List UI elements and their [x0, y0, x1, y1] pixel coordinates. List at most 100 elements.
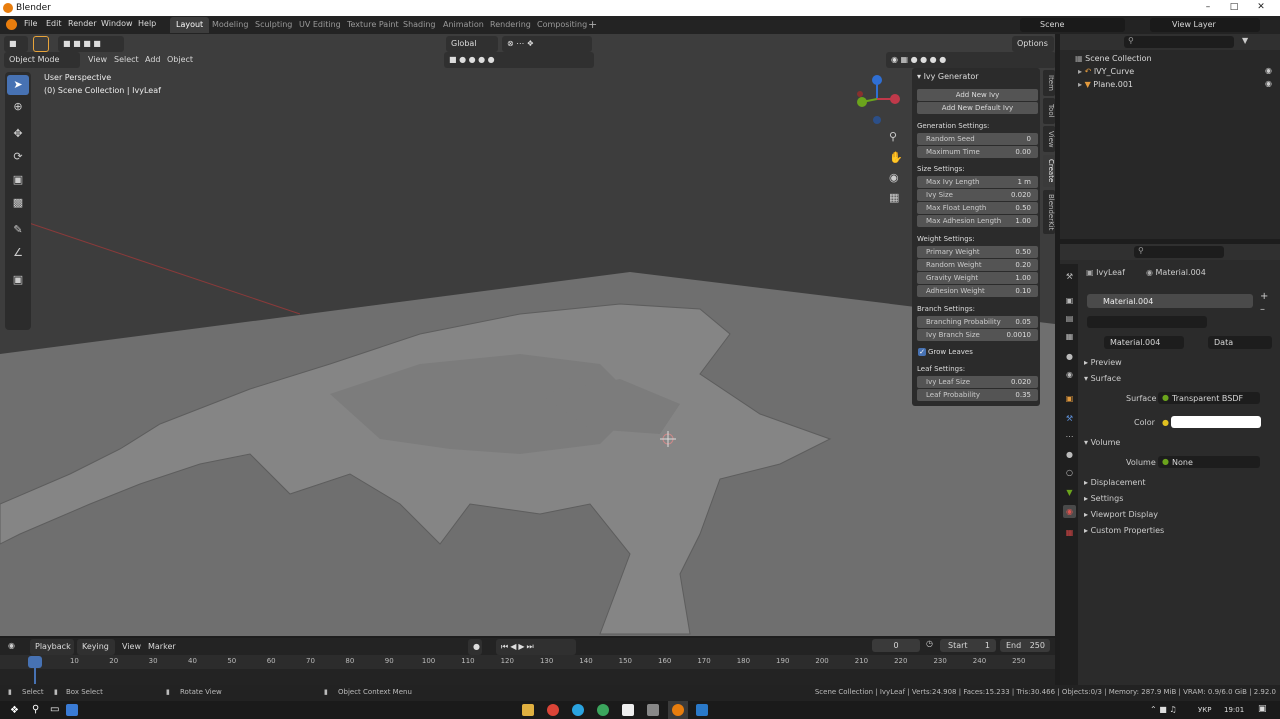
- viewport-filter-bar[interactable]: ■ ● ● ● ●: [444, 52, 594, 68]
- editor-type-button[interactable]: ■: [4, 36, 28, 52]
- ivy-branch-size-field[interactable]: Ivy Branch Size 0.0010: [917, 329, 1038, 341]
- telegram-icon[interactable]: [572, 704, 584, 716]
- blender-taskbar-icon[interactable]: [672, 704, 684, 716]
- add-default-ivy-button[interactable]: Add New Default Ivy: [917, 102, 1038, 114]
- browser-icon[interactable]: [597, 704, 609, 716]
- measure-tool-icon[interactable]: ∠: [7, 243, 29, 263]
- viewport-menu-object[interactable]: Object: [167, 55, 193, 64]
- panel-title[interactable]: ▾ Ivy Generator: [917, 72, 979, 81]
- notifications-icon[interactable]: ▣: [1258, 704, 1267, 714]
- viewport-display-section[interactable]: ▸ Viewport Display: [1084, 510, 1158, 519]
- volume-shader-field[interactable]: ● None: [1158, 456, 1260, 468]
- tab-animation[interactable]: Animation: [437, 17, 490, 33]
- timeline-menu-view[interactable]: View: [122, 642, 141, 651]
- close-button[interactable]: ✕: [1250, 2, 1272, 14]
- output-tab-icon[interactable]: ▤: [1063, 312, 1076, 325]
- viewport-menu-add[interactable]: Add: [145, 55, 161, 64]
- search-icon[interactable]: ⚲: [32, 704, 39, 715]
- tab-item[interactable]: Item: [1043, 70, 1055, 96]
- outliner-item[interactable]: ▸ ▼ Plane.001: [1078, 80, 1133, 89]
- annotate-tool-icon[interactable]: ✎: [7, 220, 29, 240]
- viewport-menu-view[interactable]: View: [88, 55, 107, 64]
- shading-buttons[interactable]: ◉ ▦ ● ● ● ●: [886, 52, 1055, 68]
- start-icon[interactable]: ❖: [10, 705, 19, 716]
- settings-section[interactable]: ▸ Settings: [1084, 494, 1123, 503]
- max-adhesion-length-field[interactable]: Max Adhesion Length 1.00: [917, 215, 1038, 227]
- app-icon[interactable]: [66, 704, 78, 716]
- max-float-length-field[interactable]: Max Float Length 0.50: [917, 202, 1038, 214]
- selection-mode-group[interactable]: ■ ■ ■ ■: [58, 36, 124, 52]
- tab-sculpting[interactable]: Sculpting: [249, 17, 298, 33]
- 3d-viewport[interactable]: ■ ■ ■ ■ ■ Global ⊗ ⋯ ❖ Options Object Mo…: [0, 34, 1055, 636]
- leaf-probability-field[interactable]: Leaf Probability 0.35: [917, 389, 1038, 401]
- tab-view[interactable]: View: [1043, 126, 1055, 152]
- start-frame-field[interactable]: Start 1: [940, 639, 996, 652]
- tab-shading[interactable]: Shading: [397, 17, 442, 33]
- timeline-menu-marker[interactable]: Marker: [148, 642, 176, 651]
- add-new-ivy-button[interactable]: Add New Ivy: [917, 89, 1038, 101]
- tab-layout[interactable]: Layout: [170, 17, 210, 33]
- view-layer-tab-icon[interactable]: ▦: [1063, 330, 1076, 343]
- menu-window[interactable]: Window: [101, 19, 133, 28]
- viewport-menu-select[interactable]: Select: [114, 55, 139, 64]
- world-tab-icon[interactable]: ◉: [1063, 368, 1076, 381]
- material-tab-icon[interactable]: ◉: [1063, 505, 1076, 518]
- surface-section[interactable]: ▾ Surface: [1084, 374, 1121, 383]
- color-swatch[interactable]: [1171, 416, 1261, 428]
- current-frame-field[interactable]: 0: [872, 639, 920, 652]
- select-tool-icon[interactable]: ➤: [7, 75, 29, 95]
- tab-blenderkit[interactable]: BlenderKit: [1043, 190, 1055, 234]
- outliner-item[interactable]: ▸ ↶ IVY_Curve: [1078, 67, 1134, 76]
- scene-tab-icon[interactable]: ●: [1063, 350, 1076, 363]
- chrome-icon[interactable]: [547, 704, 559, 716]
- slot-filter-input[interactable]: [1087, 316, 1207, 328]
- ivy-leaf-size-field[interactable]: Ivy Leaf Size 0.020: [917, 376, 1038, 388]
- gravity-weight-field[interactable]: Gravity Weight 1.00: [917, 272, 1038, 284]
- properties-search-input[interactable]: ⚲: [1134, 246, 1224, 258]
- tab-create[interactable]: Create: [1043, 155, 1055, 187]
- tab-compositing[interactable]: Compositing: [531, 17, 593, 33]
- add-workspace-icon[interactable]: +: [588, 18, 597, 31]
- texture-tab-icon[interactable]: ▦: [1063, 526, 1076, 539]
- tab-uv-editing[interactable]: UV Editing: [293, 17, 347, 33]
- maximize-button[interactable]: □: [1223, 2, 1245, 14]
- render-tab-icon[interactable]: ▣: [1063, 294, 1076, 307]
- random-weight-field[interactable]: Random Weight 0.20: [917, 259, 1038, 271]
- primary-weight-field[interactable]: Primary Weight 0.50: [917, 246, 1038, 258]
- end-frame-field[interactable]: End 250: [1000, 639, 1050, 652]
- object-tab-icon[interactable]: ▣: [1063, 392, 1076, 405]
- material-slot-list[interactable]: Material.004: [1087, 294, 1253, 308]
- zoom-icon[interactable]: ⚲: [889, 130, 897, 143]
- file-icon[interactable]: [647, 704, 659, 716]
- add-slot-icon[interactable]: +: [1260, 291, 1268, 302]
- tab-rendering[interactable]: Rendering: [484, 17, 537, 33]
- outliner-scene-collection[interactable]: ▦ Scene Collection: [1075, 54, 1152, 63]
- volume-section[interactable]: ▾ Volume: [1084, 438, 1120, 447]
- particles-tab-icon[interactable]: ⋯: [1063, 430, 1076, 443]
- tray-icons[interactable]: ⌃ ■ ♫: [1150, 705, 1177, 714]
- max-ivy-length-field[interactable]: Max Ivy Length 1 m: [917, 176, 1038, 188]
- timeline-editor-icon[interactable]: ◉: [8, 641, 15, 650]
- tool-tab-icon[interactable]: ⚒: [1063, 270, 1076, 283]
- clock[interactable]: 19:01: [1224, 706, 1244, 714]
- navigation-gizmo[interactable]: [852, 74, 902, 124]
- camera-view-icon[interactable]: ◉: [889, 171, 899, 184]
- data-tab-icon[interactable]: ▼: [1063, 486, 1076, 499]
- orientation-select[interactable]: Global: [446, 36, 498, 52]
- filter-icon[interactable]: ▼: [1242, 36, 1248, 45]
- scale-tool-icon[interactable]: ▣: [7, 170, 29, 190]
- app-icon[interactable]: [696, 704, 708, 716]
- task-view-icon[interactable]: ▭: [50, 704, 59, 715]
- displacement-section[interactable]: ▸ Displacement: [1084, 478, 1146, 487]
- minimize-button[interactable]: –: [1197, 2, 1219, 14]
- transform-tool-icon[interactable]: ▩: [7, 193, 29, 213]
- move-tool-icon[interactable]: ✥: [7, 124, 29, 144]
- modifier-tab-icon[interactable]: ⚒: [1063, 412, 1076, 425]
- branching-probability-field[interactable]: Branching Probability 0.05: [917, 316, 1038, 328]
- record-button[interactable]: ●: [468, 639, 482, 655]
- constraints-tab-icon[interactable]: ○: [1063, 466, 1076, 479]
- tab-modeling[interactable]: Modeling: [206, 17, 254, 33]
- notepad-icon[interactable]: [622, 704, 634, 716]
- menu-render[interactable]: Render: [68, 19, 96, 28]
- object-mode-select[interactable]: Object Mode: [4, 52, 80, 68]
